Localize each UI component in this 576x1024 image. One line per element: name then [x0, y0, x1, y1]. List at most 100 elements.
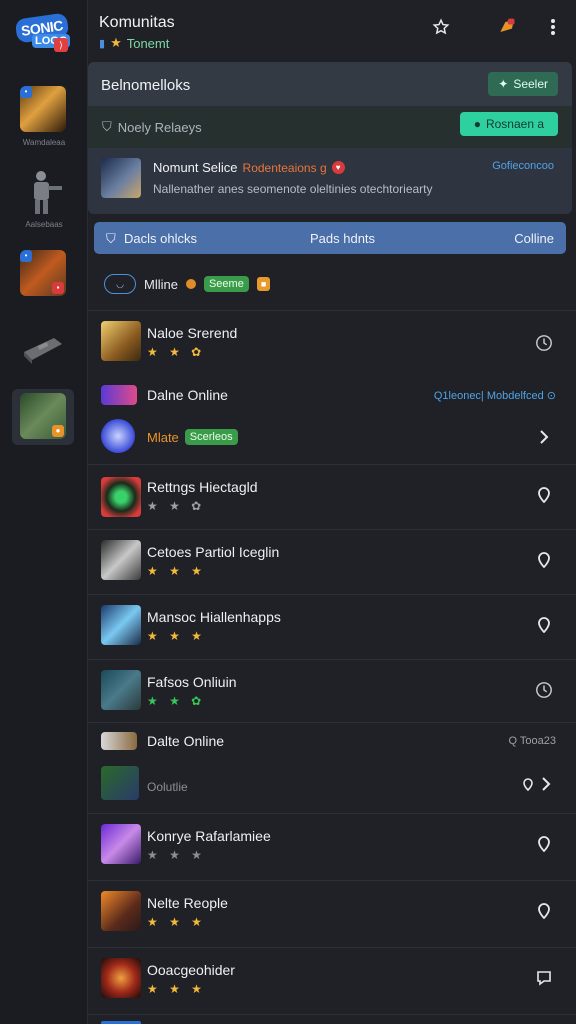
item-rating: ★ ★ ★	[147, 564, 206, 578]
pin-icon: ✦	[498, 77, 509, 91]
section-sub-label: Oolutlie	[147, 780, 188, 794]
filter-bar-right: Colline	[514, 231, 554, 246]
featured-link[interactable]: Gofieconcoo	[492, 160, 554, 172]
pin-icon[interactable]	[534, 901, 554, 921]
list-item[interactable]: Fafsos Onliuin ★ ★ ✿	[88, 659, 576, 721]
item-name: Rettngs Hiectagld	[147, 479, 258, 495]
shield-icon: ⛉	[102, 119, 112, 134]
star-outline-icon[interactable]	[430, 16, 452, 38]
online-filter[interactable]: ◡ Mlline Seeme ■	[104, 274, 271, 294]
list-item[interactable]: Mansoc Hiallenhapps ★ ★ ★	[88, 594, 576, 658]
rail-item-community-2[interactable]	[20, 168, 66, 214]
rail-badge-icon: •	[20, 250, 32, 262]
status-dot-icon	[185, 279, 196, 289]
item-rating: ★ ★ ★	[147, 982, 206, 996]
more-vertical-icon[interactable]	[542, 16, 564, 38]
list-item[interactable]: Naloe Srerend ★ ★ ✿	[88, 310, 576, 374]
card-title: Belnomelloks	[101, 77, 191, 94]
section-subitem[interactable]: Mlate Scerleos	[88, 415, 576, 463]
item-thumbnail	[101, 477, 141, 517]
section-title: Dalte Online	[147, 733, 225, 749]
section-sub-pill: Scerleos	[184, 429, 238, 445]
list-item[interactable]: Ooacgeohider ★ ★ ★	[88, 947, 576, 1013]
soldier-icon	[34, 171, 62, 214]
item-rating: ★ ★ ★	[147, 915, 206, 929]
card-subheader: ⛉ Noely Relaeys ● Rosnaen a	[88, 106, 572, 148]
featured-name: Nomunt Selice Rodenteaions g ♥	[153, 160, 345, 175]
logo-badge-icon: ⟩	[54, 38, 68, 52]
item-thumbnail	[101, 824, 141, 864]
card-action-button[interactable]: ✦ Seeler	[488, 72, 558, 96]
section-sub-label: Mlate Scerleos	[147, 429, 238, 445]
rail-item-community-5[interactable]: ●	[20, 393, 66, 439]
item-thumbnail	[101, 540, 141, 580]
left-rail: SONIC LOGO ⟩ • Wamdaleaa Aalsebaas • ▪ ●	[0, 0, 88, 1024]
item-name: Konrye Rafarlamiee	[147, 828, 271, 844]
rail-caption: Wamdaleaa	[22, 138, 66, 147]
item-name: Mansoc Hiallenhapps	[147, 609, 281, 625]
item-thumbnail	[101, 891, 141, 931]
card-join-label: Rosnaen a	[485, 117, 544, 131]
info-icon: ▮	[99, 37, 106, 50]
page-subtitle: ▮ ★ Tonemt	[99, 35, 169, 51]
item-name: Naloe Srerend	[147, 325, 238, 341]
item-rating: ★ ★ ✿	[147, 694, 206, 708]
list-item-partial[interactable]	[88, 1014, 576, 1024]
online-filter-pill: Seeme	[203, 276, 249, 292]
filter-bar-left: Dacls ohlcks	[124, 231, 197, 246]
list-item[interactable]: Rettngs Hiectagld ★ ★ ✿	[88, 464, 576, 528]
filter-bar-icon: ⛉	[106, 231, 116, 246]
filter-bar[interactable]: ⛉ Dacls ohlcks Pads hdnts Colline	[94, 222, 566, 254]
section-title: Dalne Online	[147, 387, 228, 403]
online-filter-label: Mlline	[144, 276, 178, 292]
page-title: Komunitas	[99, 14, 175, 31]
pin-icon[interactable]	[534, 615, 554, 635]
item-thumbnail	[101, 670, 141, 710]
section-header[interactable]: Dalte Online Q Tooa23	[88, 722, 576, 758]
pin-icon[interactable]	[534, 550, 554, 570]
pill-badge-icon: ■	[256, 277, 271, 291]
app-logo[interactable]: SONIC LOGO ⟩	[14, 10, 71, 58]
featured-description: Nallenather anes seomenote oleltinies ot…	[153, 182, 433, 196]
item-rating: ★ ★ ★	[147, 629, 206, 643]
card-featured-item[interactable]: Nomunt Selice Rodenteaions g ♥ Nallenath…	[88, 148, 572, 214]
featured-tag: Rodenteaions g	[242, 160, 327, 175]
item-rating: ★ ★ ✿	[147, 345, 206, 359]
notification-icon[interactable]	[496, 16, 518, 38]
card-join-button[interactable]: ● Rosnaen a	[459, 112, 558, 136]
clock-icon[interactable]	[534, 333, 554, 353]
chevron-right-icon[interactable]	[534, 427, 554, 447]
pin-icon[interactable]	[534, 834, 554, 854]
item-rating: ★ ★ ★	[147, 848, 206, 862]
item-thumbnail	[101, 605, 141, 645]
star-icon: ★	[110, 35, 122, 50]
list-item[interactable]: Nelte Reople ★ ★ ★	[88, 880, 576, 946]
list-item[interactable]: Cetoes Partiol Iceglin ★ ★ ★	[88, 529, 576, 593]
item-thumbnail	[101, 958, 141, 998]
pin-icon[interactable]	[534, 485, 554, 505]
chevron-right-icon[interactable]	[520, 774, 554, 794]
card-header: Belnomelloks ✦ Seeler	[88, 62, 572, 106]
section-thumbnail	[101, 385, 137, 405]
section-sub-thumbnail	[101, 419, 135, 453]
section-subitem[interactable]: Oolutlie	[88, 758, 576, 812]
rail-item-community-3[interactable]: • ▪	[20, 250, 66, 296]
card-action-label: Seeler	[513, 77, 548, 91]
highlights-card: Belnomelloks ✦ Seeler ⛉ Noely Relaeys ● …	[88, 62, 572, 214]
rail-item-community-1[interactable]: •	[20, 86, 66, 132]
section-meta: Q Tooa23	[508, 735, 556, 747]
item-name: Nelte Reople	[147, 895, 228, 911]
rail-item-community-4[interactable]	[20, 322, 66, 368]
item-name: Ooacgeohider	[147, 962, 235, 978]
rail-badge-icon: ▪	[52, 282, 64, 294]
item-thumbnail	[101, 321, 141, 361]
heart-icon: ●	[473, 117, 481, 131]
section-sub-thumbnail	[101, 766, 139, 800]
list-item[interactable]: Konrye Rafarlamiee ★ ★ ★	[88, 813, 576, 879]
clock-icon[interactable]	[534, 680, 554, 700]
chat-icon[interactable]	[534, 968, 554, 988]
card-subheader-label: ⛉ Noely Relaeys	[102, 119, 202, 135]
toggle-icon[interactable]: ◡	[104, 274, 136, 294]
item-name: Cetoes Partiol Iceglin	[147, 544, 280, 560]
section-header[interactable]: Dalne Online Q1leonec| Mobdelfced ⊙	[88, 375, 576, 415]
